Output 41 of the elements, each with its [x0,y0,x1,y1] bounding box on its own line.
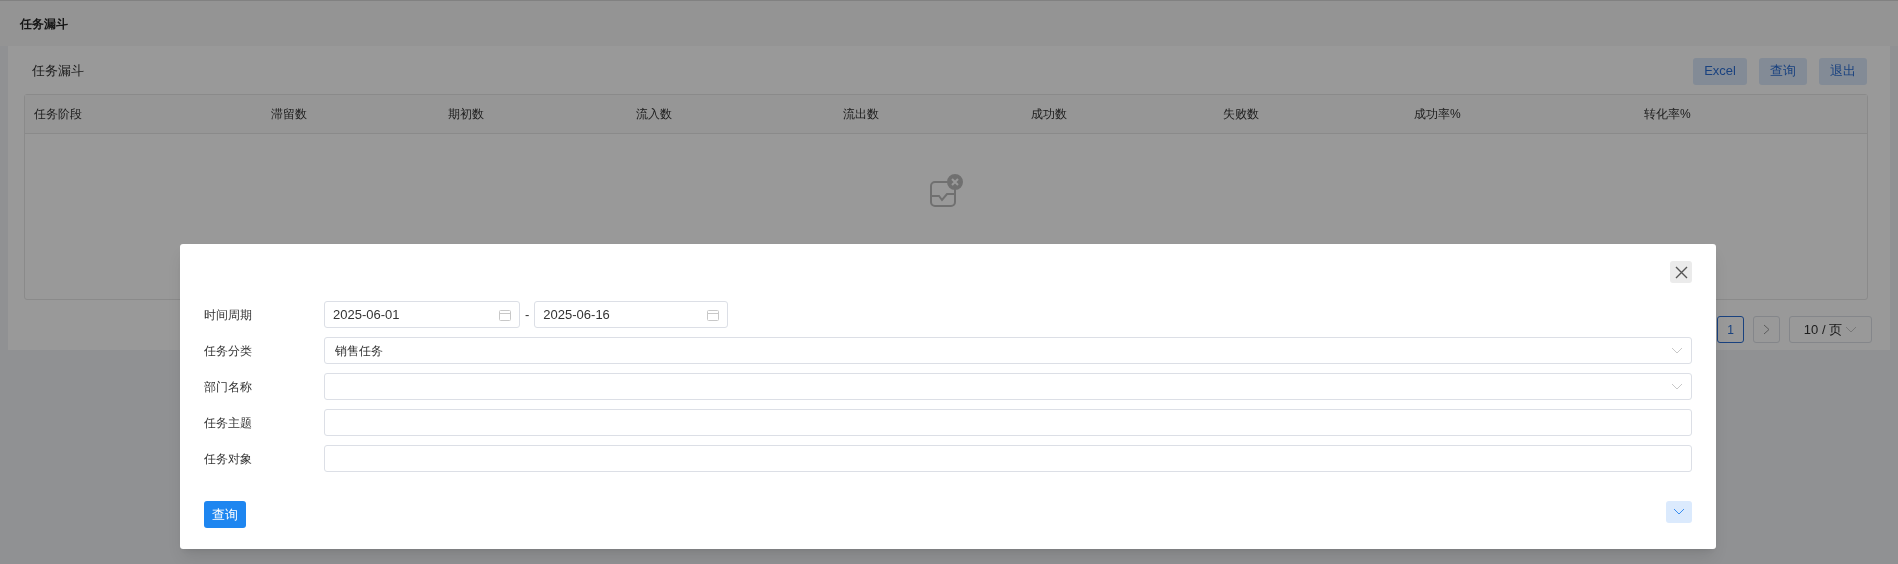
column-header: 成功率% [1413,106,1462,123]
date-field[interactable]: 2025-06-16 [534,301,729,328]
column-header: 流入数 [635,106,673,123]
card-title: 任务漏斗 [31,62,84,81]
select-field[interactable] [324,373,1692,400]
chevron-down-icon [1671,382,1683,391]
chevron-down-icon [1671,346,1683,355]
input-field[interactable] [324,445,1692,472]
field-label: 部门名称 [204,378,253,396]
column-header: 转化率% [1643,106,1692,123]
chevron-down-icon [1845,325,1858,334]
column-header: 滞留数 [270,106,308,123]
column-header: 期初数 [447,106,485,123]
calendar-icon [707,308,720,321]
toolbar-button[interactable]: Excel [1693,57,1747,85]
close-button[interactable] [1670,261,1692,283]
input-field[interactable] [324,409,1692,436]
close-icon [1674,265,1688,279]
chevron-right-icon [1763,324,1770,335]
expand-button[interactable] [1666,501,1692,523]
toolbar-button[interactable]: 退出 [1819,57,1867,85]
column-header: 失败数 [1222,106,1260,123]
submit-button[interactable]: 查询 [204,501,246,528]
column-header: 任务阶段 [33,106,83,123]
empty-inbox-icon [929,174,963,208]
field-label: 任务分类 [204,342,253,360]
field-label: 任务对象 [204,450,253,468]
field-label: 时间周期 [204,306,253,324]
next-page-button[interactable] [1753,316,1780,343]
range-separator: - [524,305,531,324]
calendar-icon [499,308,511,321]
chevron-down-icon [1673,508,1685,516]
toolbar-button[interactable]: 查询 [1759,57,1807,85]
page-button[interactable]: 1 [1717,316,1744,343]
select-field[interactable]: 销售任务 [324,337,1692,364]
page-size-select[interactable]: 10 / 页 [1789,316,1872,343]
column-header: 流出数 [842,106,880,123]
column-header: 成功数 [1030,106,1068,123]
field-label: 任务主题 [204,414,253,432]
page-title: 任务漏斗 [20,15,68,33]
date-field[interactable]: 2025-06-01 [324,301,520,328]
